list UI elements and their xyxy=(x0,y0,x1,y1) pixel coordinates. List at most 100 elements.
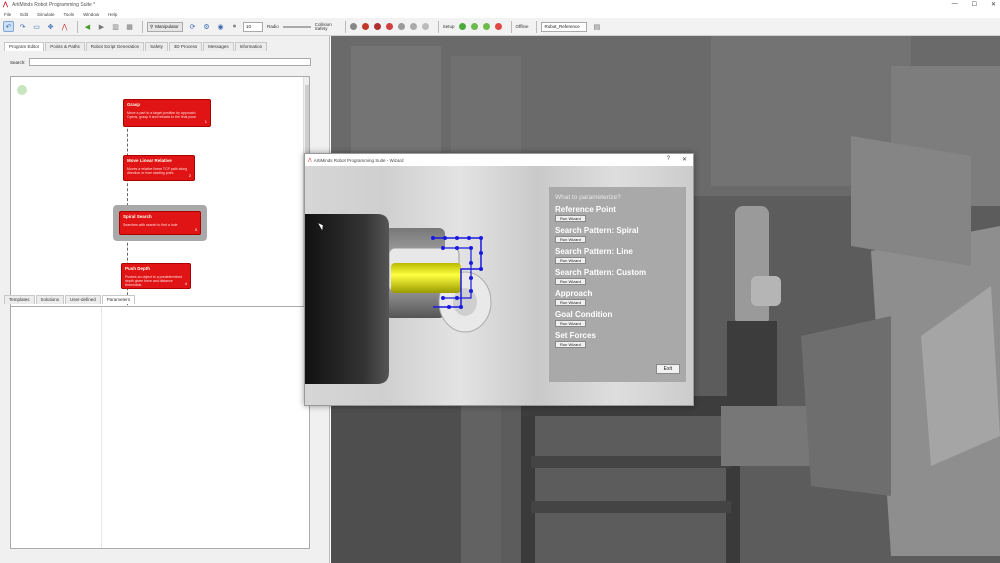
start-node-icon[interactable] xyxy=(17,85,27,95)
back-arrow-icon[interactable]: ◀ xyxy=(82,21,93,32)
node-number: 2 xyxy=(188,173,191,178)
run-wizard-spiral-button[interactable]: Run Wizard xyxy=(555,236,586,243)
gripper-icon[interactable]: ⋀ xyxy=(59,21,70,32)
run-wizard-line-button[interactable]: Run Wizard xyxy=(555,257,586,264)
app-logo-icon: ⋀ xyxy=(3,2,8,8)
redo-icon[interactable]: ↷ xyxy=(17,21,28,32)
reference-dropdown[interactable]: Robot_Reference xyxy=(541,21,588,32)
cog-icon[interactable] xyxy=(409,23,417,30)
node-spiral-search[interactable]: Spiral Search Searches with search to fi… xyxy=(119,211,201,235)
param-approach-label: Approach xyxy=(555,289,593,298)
library-tabs: Templates Solutions User-defined Paramet… xyxy=(4,295,136,304)
speed-slider[interactable] xyxy=(282,25,311,28)
forward-arrow-icon[interactable]: ▶ xyxy=(96,21,107,32)
rotate-icon[interactable]: ⟳ xyxy=(187,21,198,32)
column-divider xyxy=(101,307,102,548)
window-title: ArtiMinds Robot Programming Suite * xyxy=(12,2,96,8)
parameterize-header: What to parameterize? xyxy=(555,194,621,201)
toolbar-divider xyxy=(77,20,78,33)
param-reference-point-label: Reference Point xyxy=(555,205,616,214)
stop-icon[interactable] xyxy=(349,23,357,30)
star-icon[interactable] xyxy=(421,23,429,30)
menu-help[interactable]: Help xyxy=(108,12,117,17)
play-icon[interactable] xyxy=(458,23,466,30)
wizard-body: What to parameterize? Reference Point Ru… xyxy=(305,166,693,405)
node-number: 1 xyxy=(204,119,207,124)
tab-3d-process[interactable]: 3D Process xyxy=(168,42,203,51)
menu-bar: File Edit Simulate Tools Window Help xyxy=(0,10,1000,18)
node-number: 4 xyxy=(184,281,187,286)
tab-user-defined[interactable]: User-defined xyxy=(65,295,101,304)
wizard-dialog: ⋀ ArtiMinds Robot Programming Suite - Wi… xyxy=(304,153,694,406)
param-spiral-label: Search Pattern: Spiral xyxy=(555,226,639,235)
title-bar: ⋀ ArtiMinds Robot Programming Suite * — … xyxy=(0,0,1000,10)
node-push-depth[interactable]: Push Depth Pushes an object to a predete… xyxy=(121,263,191,289)
menu-file[interactable]: File xyxy=(4,12,11,17)
param-goal-condition-label: Goal Condition xyxy=(555,310,613,319)
help-button[interactable]: ? xyxy=(667,156,670,163)
search-row: Search: xyxy=(10,58,311,66)
pause-red-icon[interactable] xyxy=(385,23,393,30)
node-move-linear-relative[interactable]: Move Linear Relative Moves a relative li… xyxy=(123,155,195,181)
offline-label: Offline xyxy=(515,24,529,29)
parameters-panel[interactable] xyxy=(10,306,310,549)
wizard-close-button[interactable]: ✕ xyxy=(682,156,687,163)
target-icon[interactable]: ◉ xyxy=(215,21,226,32)
tab-safety[interactable]: Safety xyxy=(145,42,168,51)
fast-play-icon[interactable] xyxy=(482,23,490,30)
menu-edit[interactable]: Edit xyxy=(20,12,28,17)
trash-icon[interactable]: ▥ xyxy=(110,21,121,32)
editor-tabs: Program Editor Points & Paths Robot Scri… xyxy=(4,42,268,51)
run-wizard-custom-button[interactable]: Run Wizard xyxy=(555,278,586,285)
param-set-forces-label: Set Forces xyxy=(555,331,596,340)
menu-simulate[interactable]: Simulate xyxy=(37,12,55,17)
grid-icon[interactable]: ▦ xyxy=(124,21,135,32)
collision-safety-toggle[interactable]: Collision Safety xyxy=(315,22,337,31)
run-wizard-goal-condition-button[interactable]: Run Wizard xyxy=(555,320,586,327)
tab-points-paths[interactable]: Points & Paths xyxy=(45,42,85,51)
tab-information[interactable]: Information xyxy=(234,42,268,51)
reference-value: Robot_Reference xyxy=(544,24,580,29)
minimize-button[interactable]: — xyxy=(952,1,958,8)
record-icon[interactable]: ● xyxy=(229,21,240,32)
manipulator-icon: ⚲ xyxy=(150,23,154,29)
node-title: Spiral Search xyxy=(123,214,152,219)
select-tool-icon[interactable]: ↶ xyxy=(3,21,14,32)
tab-messages[interactable]: Messages xyxy=(203,42,234,51)
node-description: Move a part to a target position by appr… xyxy=(127,111,197,119)
tab-parameters[interactable]: Parameters xyxy=(101,295,136,304)
menu-tools[interactable]: Tools xyxy=(64,12,75,17)
wizard-controls: ? ✕ xyxy=(667,156,687,163)
tab-templates[interactable]: Templates xyxy=(4,295,35,304)
menu-window[interactable]: Window xyxy=(83,12,99,17)
toolbar-divider xyxy=(510,20,512,33)
tab-solutions[interactable]: Solutions xyxy=(35,295,65,304)
node-title: Push Depth xyxy=(125,266,151,271)
calculator-icon[interactable]: ▤ xyxy=(591,21,602,32)
halt-icon[interactable] xyxy=(494,23,502,30)
close-button[interactable]: ✕ xyxy=(991,1,996,8)
manipulator-dropdown[interactable]: ⚲ Manipulator xyxy=(147,21,183,32)
tab-program-editor[interactable]: Program Editor xyxy=(4,42,45,51)
step-dropdown[interactable]: 10 xyxy=(243,21,263,32)
speed-label: Radio xyxy=(267,24,279,29)
wizard-logo-icon: ⋀ xyxy=(308,157,312,162)
node-grasp[interactable]: Grasp Move a part to a target position b… xyxy=(123,99,211,127)
apple-icon[interactable] xyxy=(373,23,381,30)
exit-button[interactable]: Exit xyxy=(655,364,680,374)
run-wizard-approach-button[interactable]: Run Wizard xyxy=(555,299,586,306)
settings-gray-icon[interactable] xyxy=(397,23,405,30)
step-play-icon[interactable] xyxy=(470,23,478,30)
run-wizard-reference-point-button[interactable]: Run Wizard xyxy=(555,215,586,222)
program-flow-canvas[interactable]: Grasp Move a part to a target position b… xyxy=(10,76,310,324)
run-wizard-set-forces-button[interactable]: Run Wizard xyxy=(555,341,586,348)
search-input[interactable] xyxy=(28,58,311,66)
frame-icon[interactable]: ▭ xyxy=(31,21,42,32)
param-line-label: Search Pattern: Line xyxy=(555,247,633,256)
move-icon[interactable]: ✥ xyxy=(45,21,56,32)
robot-icon[interactable]: ⚙ xyxy=(201,21,212,32)
maximize-button[interactable]: ☐ xyxy=(972,1,977,8)
record-red-icon[interactable] xyxy=(361,23,369,30)
node-description: Moves a relative linear TCP path along d… xyxy=(127,167,188,175)
tab-robot-script[interactable]: Robot Script Generation xyxy=(85,42,145,51)
